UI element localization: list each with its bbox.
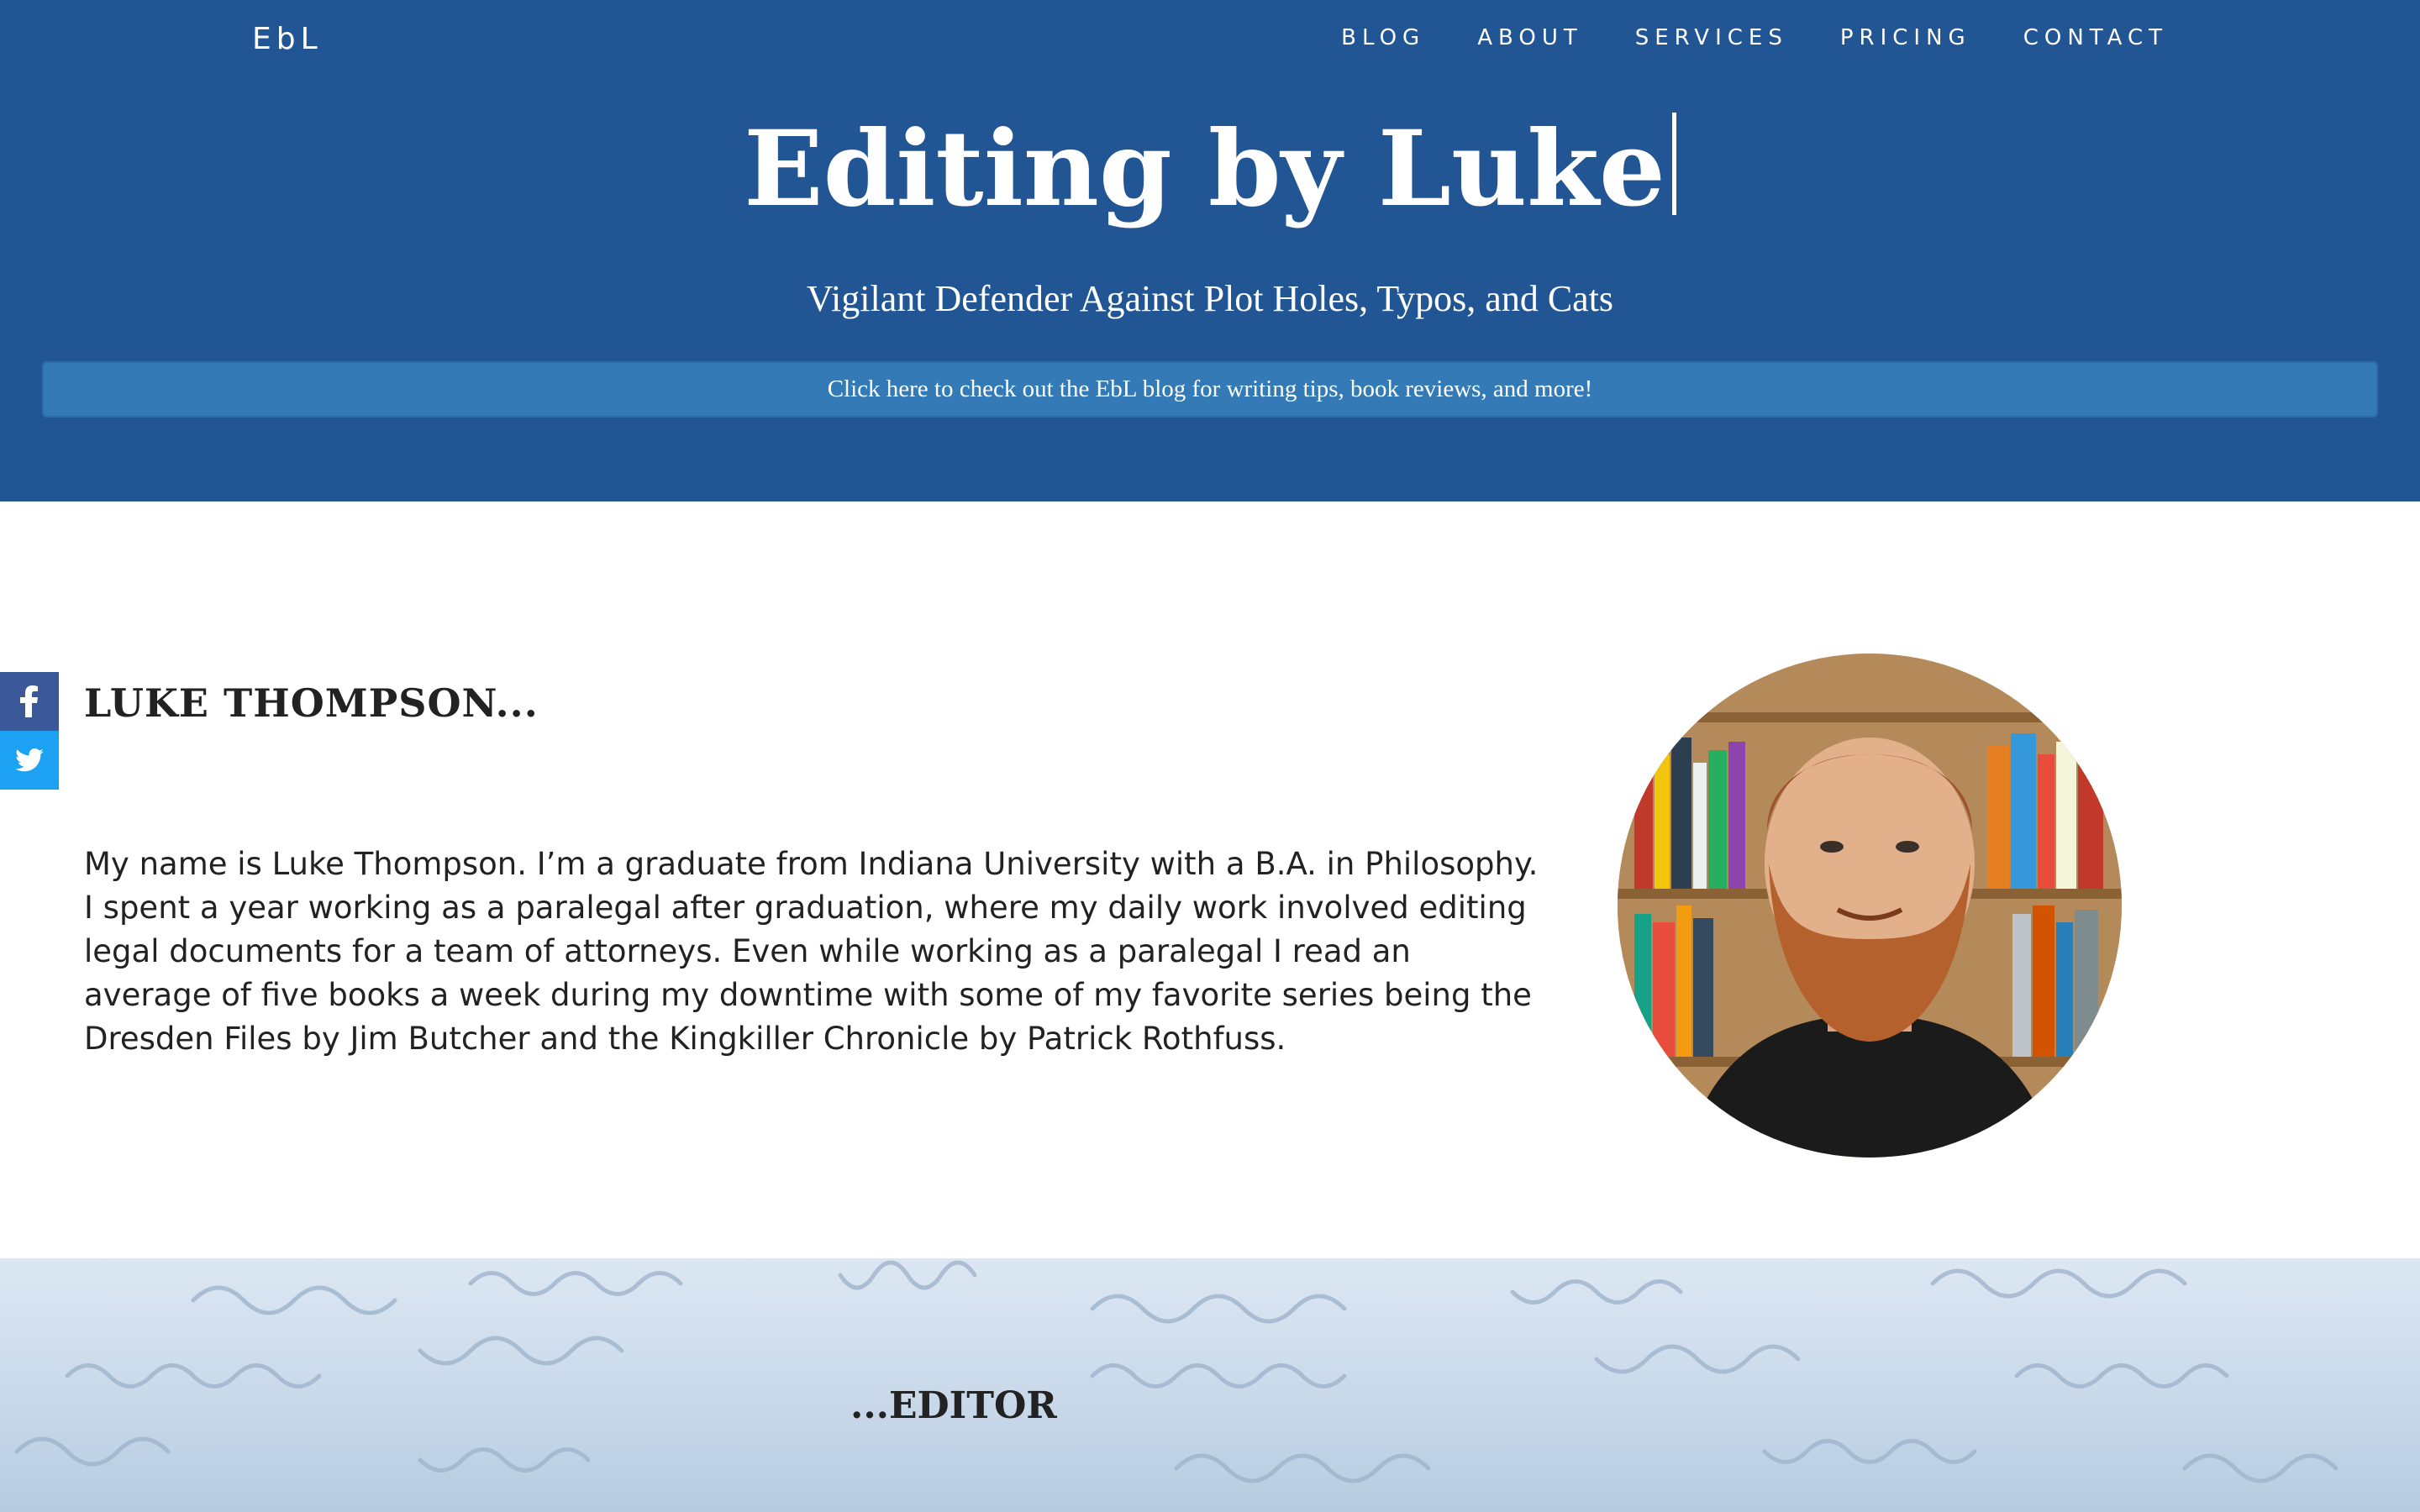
brand-logo-link[interactable]: EbL	[252, 22, 323, 56]
typing-caret	[1671, 113, 1676, 215]
twitter-icon	[15, 748, 44, 772]
social-share-bar	[0, 672, 59, 790]
nav-pricing[interactable]: PRICING	[1840, 25, 1971, 59]
handwriting-background-image	[14, 1260, 2338, 1483]
twitter-share-button[interactable]	[0, 731, 59, 790]
facebook-icon	[20, 685, 38, 717]
editor-section: ...EDITOR	[0, 1258, 2420, 1512]
profile-photo-illustration	[1618, 654, 2122, 1158]
nav-services[interactable]: SERVICES	[1635, 25, 1788, 59]
facebook-share-button[interactable]	[0, 672, 59, 731]
editor-heading: ...EDITOR	[850, 1384, 1057, 1427]
blog-banner-button[interactable]: Click here to check out the EbL blog for…	[42, 361, 2378, 417]
about-heading: LUKE THOMPSON...	[84, 680, 539, 726]
main-nav: BLOG ABOUT SERVICES PRICING CONTACT	[1341, 25, 2168, 59]
about-paragraph: My name is Luke Thompson. I’m a graduate…	[84, 846, 1539, 1057]
site-header: EbL BLOG ABOUT SERVICES PRICING CONTACT …	[0, 0, 2420, 501]
nav-contact[interactable]: CONTACT	[2023, 25, 2168, 59]
hero-subtitle: Vigilant Defender Against Plot Holes, Ty…	[806, 278, 1614, 319]
profile-photo	[1618, 654, 2122, 1158]
hero-title: Editing by Luke	[0, 102, 2420, 237]
nav-blog[interactable]: BLOG	[1341, 25, 1425, 59]
nav-about[interactable]: ABOUT	[1477, 25, 1583, 59]
hero-title-text: Editing by Luke	[744, 108, 1665, 230]
